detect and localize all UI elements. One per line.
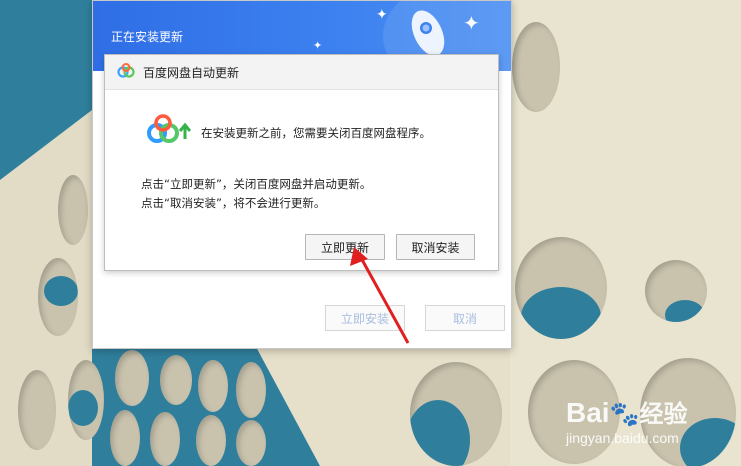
installer-title: 正在安装更新	[111, 30, 184, 44]
watermark-brand: Bai🐾经验	[566, 397, 688, 428]
wallpaper-circle	[645, 260, 707, 322]
paw-icon: 🐾	[609, 401, 640, 428]
dialog-title: 百度网盘自动更新	[143, 66, 240, 80]
wallpaper-circle	[58, 175, 88, 245]
baidu-netdisk-icon	[147, 114, 192, 143]
sparkle-icon: ✦	[313, 39, 323, 52]
wallpaper-circle	[196, 415, 226, 466]
wallpaper-circle	[410, 362, 502, 466]
update-now-button[interactable]: 立即更新	[305, 234, 385, 260]
hint-update: 点击“立即更新”，关闭百度网盘并启动更新。	[141, 177, 372, 191]
sparkle-icon: ✦	[463, 11, 480, 35]
dialog-message: 在安装更新之前，您需要关闭百度网盘程序。	[201, 126, 431, 140]
wallpaper-circle	[236, 420, 266, 466]
wallpaper-circle	[160, 355, 192, 405]
watermark-url: jingyan.baidu.com	[566, 430, 679, 446]
wallpaper-circle	[18, 370, 56, 450]
hint-cancel: 点击“取消安装”，将不会进行更新。	[141, 196, 326, 210]
update-dialog: 百度网盘自动更新 在安装更新之前，您需要关闭百度网盘程序。 点击“立即更新”，关…	[104, 54, 499, 271]
wallpaper-circle	[515, 237, 607, 339]
wallpaper-circle	[38, 258, 78, 336]
wallpaper-circle	[150, 412, 180, 466]
baidu-netdisk-icon	[117, 63, 135, 78]
wallpaper-circle	[198, 360, 228, 412]
sparkle-icon: ✦	[376, 7, 388, 23]
cancel-button[interactable]: 取消	[425, 305, 505, 331]
wallpaper-circle	[512, 22, 560, 112]
wallpaper-circle	[236, 362, 266, 418]
install-now-button[interactable]: 立即安装	[325, 305, 405, 331]
dialog-titlebar: 百度网盘自动更新	[105, 55, 498, 90]
wallpaper-circle	[68, 360, 104, 440]
cancel-install-button[interactable]: 取消安装	[396, 234, 475, 260]
wallpaper-circle	[110, 410, 140, 466]
wallpaper-circle	[115, 350, 149, 406]
